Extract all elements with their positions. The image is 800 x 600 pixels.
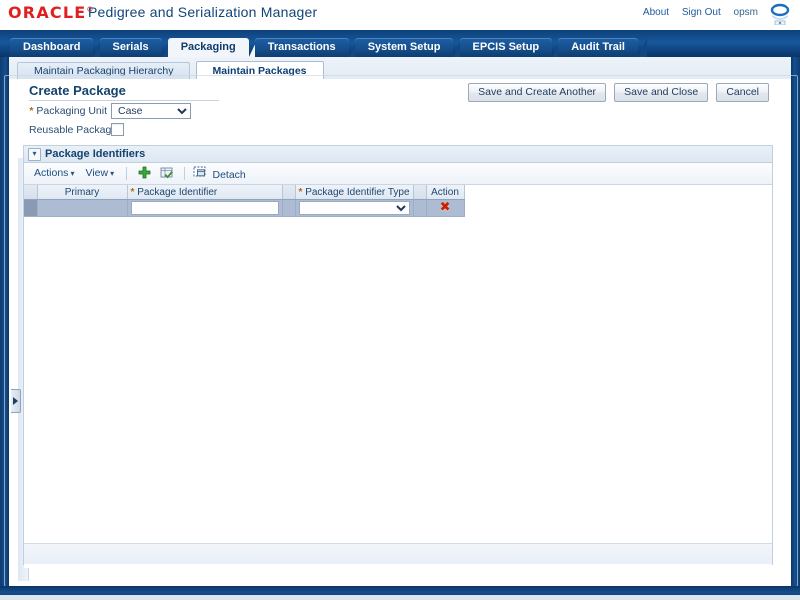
create-package-form: * Packaging Unit Case Reusable Package [29, 103, 191, 143]
toolbar-separator [184, 167, 186, 180]
sub-tabs: Maintain Packaging Hierarchy Maintain Pa… [17, 57, 326, 80]
row-selector-header [24, 185, 38, 200]
reusable-package-checkbox[interactable] [111, 123, 124, 136]
content-area: Create Package Save and Create Another S… [9, 79, 791, 581]
add-row-icon[interactable] [138, 166, 151, 182]
packaging-unit-label: * Packaging Unit [29, 105, 107, 117]
tab-system-setup[interactable]: System Setup [354, 38, 463, 57]
save-and-close-button[interactable]: Save and Close [614, 83, 709, 102]
chevron-down-icon: ▾ [70, 169, 75, 178]
column-header-package-identifier[interactable]: * Package Identifier [127, 185, 283, 200]
toolbar-separator [126, 167, 128, 180]
primary-cell[interactable] [37, 199, 128, 217]
page-action-buttons: Save and Create Another Save and Close C… [463, 83, 769, 102]
tab-dashboard[interactable]: Dashboard [10, 38, 103, 57]
package-identifiers-title: Package Identifiers [45, 148, 146, 161]
window-chrome-right [791, 30, 800, 600]
detach-label: Detach [212, 169, 246, 182]
save-and-create-another-button[interactable]: Save and Create Another [468, 83, 607, 102]
branding-bar: ORACLE® Pedigree and Serialization Manag… [0, 0, 800, 30]
cell-spacer [413, 199, 427, 217]
window-chrome-left [0, 30, 9, 600]
detach-icon [193, 166, 206, 177]
page-title: Pedigree and Serialization Manager [88, 4, 318, 20]
subtab-maintain-packaging-hierarchy[interactable]: Maintain Packaging Hierarchy [17, 62, 191, 80]
package-identifiers-table-wrap: Primary * Package Identifier * Package I… [24, 185, 772, 568]
chevron-down-icon[interactable]: ▾ [28, 147, 41, 161]
global-navigation: About Sign Out opsm [633, 7, 758, 18]
table-header-row: Primary * Package Identifier * Package I… [24, 185, 465, 200]
column-header-package-identifier-type[interactable]: * Package Identifier Type [295, 185, 414, 200]
column-spacer [282, 185, 296, 200]
package-identifiers-panel: ▾ Package Identifiers Actions ▾ View ▾ D… [23, 145, 773, 568]
package-identifiers-table: Primary * Package Identifier * Package I… [24, 185, 465, 217]
about-link[interactable]: About [643, 7, 669, 18]
chevron-down-icon: ▾ [110, 169, 115, 178]
detach-button[interactable]: Detach [193, 166, 246, 182]
column-header-action[interactable]: Action [426, 185, 465, 200]
user-avatar-icon[interactable] [768, 3, 792, 25]
main-tab-strip: Dashboard Serials Packaging Transactions… [0, 30, 800, 57]
package-identifiers-header: ▾ Package Identifiers [24, 146, 772, 163]
view-menu-button[interactable]: View ▾ [82, 165, 119, 182]
subtab-maintain-packages[interactable]: Maintain Packages [195, 61, 324, 80]
packaging-unit-row: * Packaging Unit Case [29, 103, 191, 120]
panel-footer [24, 543, 772, 564]
tab-packaging[interactable]: Packaging [167, 38, 258, 57]
row-selector-cell[interactable] [24, 199, 38, 217]
tab-epcis-setup[interactable]: EPCIS Setup [459, 38, 561, 57]
actions-menu-button[interactable]: Actions ▾ [30, 165, 78, 182]
main-tabs: Dashboard Serials Packaging Transactions… [10, 30, 647, 57]
cell-spacer [282, 199, 296, 217]
package-identifiers-toolbar: Actions ▾ View ▾ Detach [24, 163, 772, 185]
reusable-package-row: Reusable Package [29, 123, 191, 140]
tab-audit-trail[interactable]: Audit Trail [558, 38, 647, 57]
tab-transactions[interactable]: Transactions [254, 38, 358, 57]
expand-panel-arrow-icon [13, 397, 18, 405]
package-identifier-type-select[interactable] [298, 201, 410, 215]
oracle-logo: ORACLE® [8, 3, 95, 22]
cancel-button[interactable]: Cancel [716, 83, 769, 102]
required-marker: * [298, 186, 303, 198]
header-divider [29, 100, 219, 101]
required-marker: * [29, 105, 34, 117]
logged-in-user-label: opsm [733, 7, 758, 18]
table-row[interactable]: ✖ [24, 199, 465, 217]
expand-panel-handle[interactable] [11, 389, 21, 413]
sign-out-link[interactable]: Sign Out [682, 7, 721, 18]
create-package-title: Create Package [29, 83, 126, 98]
packaging-unit-select[interactable]: Case [111, 103, 191, 119]
export-to-spreadsheet-icon[interactable] [160, 166, 174, 182]
column-header-primary[interactable]: Primary [37, 185, 128, 200]
required-marker: * [130, 186, 135, 198]
application-window: ORACLE® Pedigree and Serialization Manag… [0, 0, 800, 600]
delete-row-icon[interactable]: ✖ [439, 201, 452, 215]
window-chrome-bottom-edge [0, 595, 800, 600]
package-identifier-type-cell[interactable] [295, 199, 414, 217]
page-header: Create Package [29, 83, 126, 98]
package-identifier-cell[interactable] [127, 199, 283, 217]
package-identifier-input[interactable] [130, 201, 279, 215]
sub-tab-strip: Maintain Packaging Hierarchy Maintain Pa… [9, 57, 791, 80]
reusable-package-label: Reusable Package [29, 123, 118, 136]
tab-serials[interactable]: Serials [99, 38, 171, 57]
column-spacer [413, 185, 427, 200]
action-cell: ✖ [426, 199, 465, 217]
